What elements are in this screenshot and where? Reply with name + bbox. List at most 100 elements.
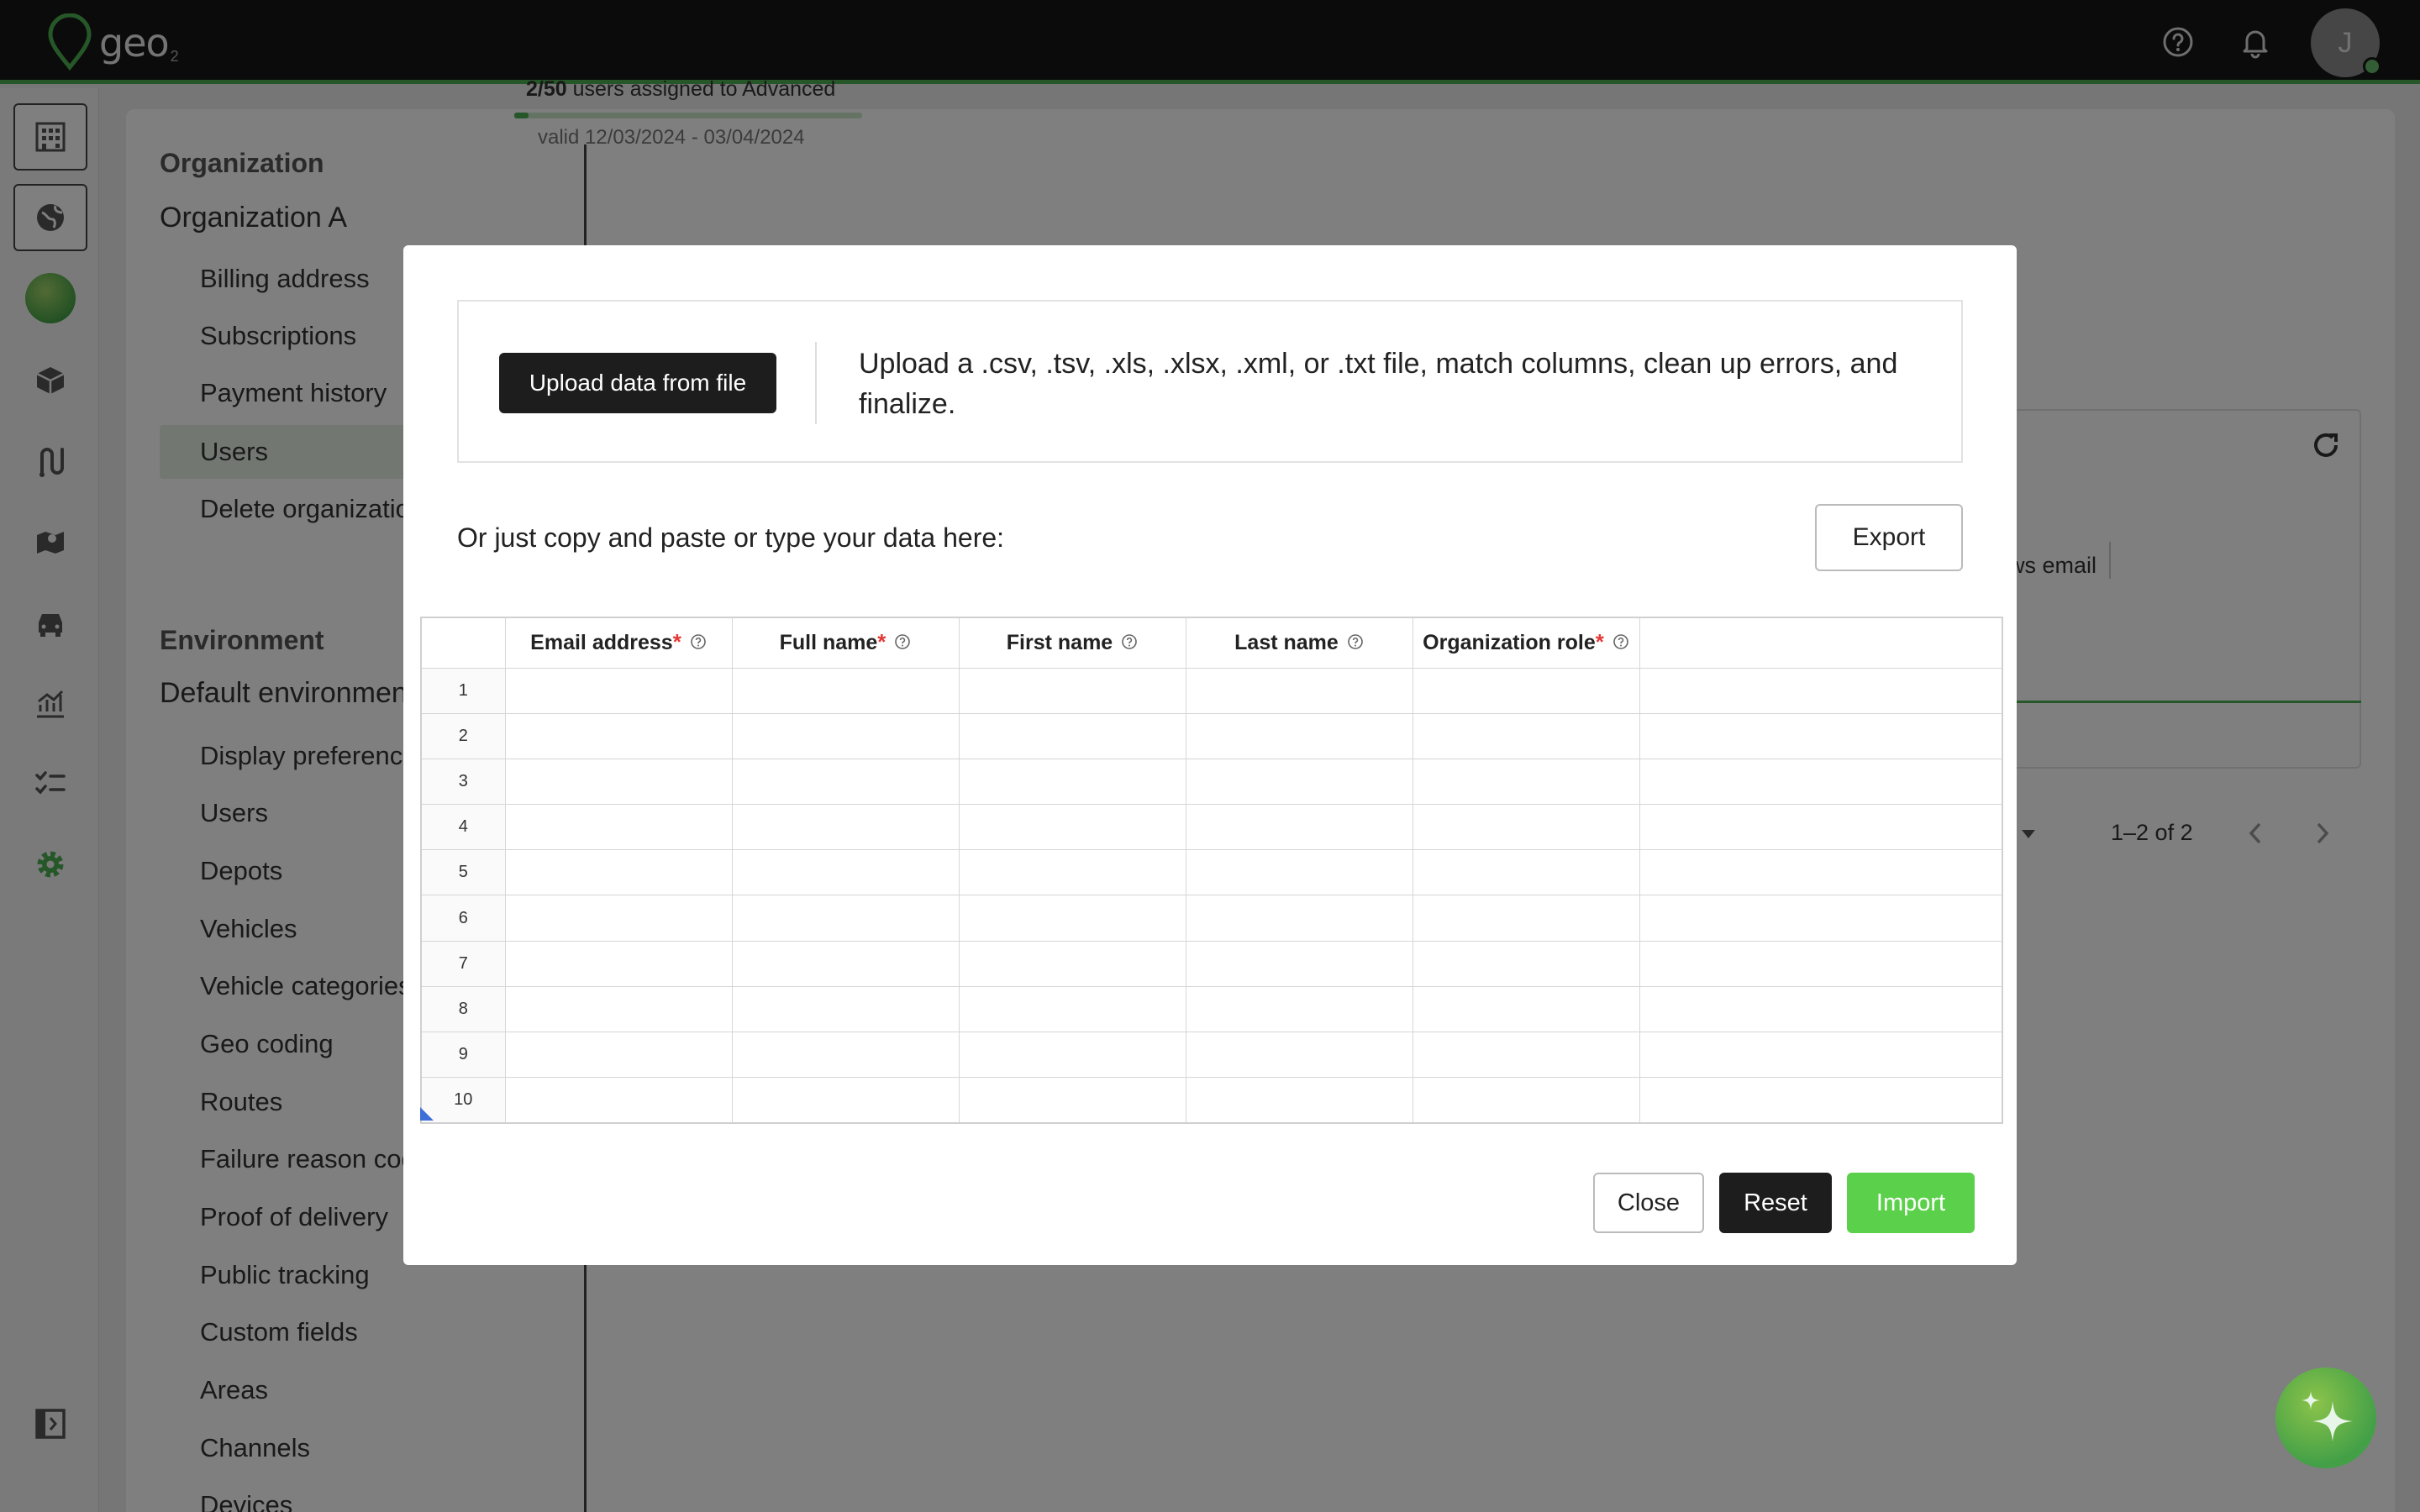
- grid-cell[interactable]: [1412, 1077, 1640, 1124]
- column-header-label: Full name: [779, 631, 878, 655]
- column-header-organization-role[interactable]: Organization role*: [1412, 617, 1640, 669]
- grid-cell[interactable]: [504, 758, 733, 806]
- grid-cell[interactable]: [1185, 804, 1413, 851]
- grid-cell[interactable]: [1185, 849, 1413, 896]
- grid-cell[interactable]: [1412, 804, 1640, 851]
- column-header-label: First name: [1006, 631, 1113, 655]
- grid-cell[interactable]: [1412, 895, 1640, 942]
- grid-cell[interactable]: [731, 758, 960, 806]
- grid-row: 3: [420, 758, 2003, 806]
- row-number[interactable]: 10: [420, 1077, 506, 1124]
- grid-resize-corner[interactable]: [420, 1107, 434, 1121]
- grid-cell[interactable]: [1185, 940, 1413, 987]
- grid-cell[interactable]: [1185, 712, 1413, 759]
- ai-assistant-button[interactable]: [2275, 1368, 2376, 1468]
- grid-cell[interactable]: [1412, 712, 1640, 759]
- grid-cell[interactable]: [1185, 895, 1413, 942]
- grid-cell[interactable]: [1185, 1077, 1413, 1124]
- grid-header-row: Email address* Full name* First name Las…: [420, 617, 2003, 669]
- grid-row: 1: [420, 667, 2003, 714]
- grid-cell[interactable]: [731, 804, 960, 851]
- grid-cell[interactable]: [958, 849, 1186, 896]
- export-button[interactable]: Export: [1815, 504, 1963, 571]
- grid-cell[interactable]: [731, 895, 960, 942]
- column-header-first-name[interactable]: First name: [958, 617, 1186, 669]
- grid-row: 4: [420, 804, 2003, 851]
- column-header-email-address[interactable]: Email address*: [504, 617, 733, 669]
- grid-cell[interactable]: [1639, 804, 2003, 851]
- help-circle-icon[interactable]: [1612, 632, 1629, 656]
- grid-cell[interactable]: [1412, 849, 1640, 896]
- upload-dropzone[interactable]: Upload data from file Upload a .csv, .ts…: [457, 300, 1963, 463]
- grid-cell[interactable]: [958, 804, 1186, 851]
- grid-row: 6: [420, 895, 2003, 942]
- grid-cell[interactable]: [504, 667, 733, 714]
- row-number[interactable]: 3: [420, 758, 506, 806]
- grid-cell[interactable]: [731, 985, 960, 1033]
- grid-cell[interactable]: [958, 1031, 1186, 1079]
- grid-cell[interactable]: [504, 1077, 733, 1124]
- row-number[interactable]: 4: [420, 804, 506, 851]
- grid-cell[interactable]: [504, 712, 733, 759]
- grid-cell[interactable]: [1639, 712, 2003, 759]
- upload-divider: [815, 342, 817, 424]
- grid-cell[interactable]: [1412, 985, 1640, 1033]
- grid-corner-cell[interactable]: [420, 617, 506, 669]
- upload-file-button[interactable]: Upload data from file: [499, 353, 776, 413]
- grid-cell[interactable]: [504, 849, 733, 896]
- grid-cell[interactable]: [1639, 895, 2003, 942]
- help-circle-icon[interactable]: [1347, 632, 1364, 656]
- grid-cell[interactable]: [1639, 1031, 2003, 1079]
- grid-cell[interactable]: [958, 667, 1186, 714]
- grid-cell[interactable]: [958, 940, 1186, 987]
- grid-cell[interactable]: [1639, 667, 2003, 714]
- grid-cell[interactable]: [958, 985, 1186, 1033]
- grid-cell[interactable]: [958, 1077, 1186, 1124]
- grid-cell[interactable]: [504, 895, 733, 942]
- grid-cell[interactable]: [504, 1031, 733, 1079]
- grid-cell[interactable]: [1412, 940, 1640, 987]
- grid-cell[interactable]: [731, 940, 960, 987]
- column-header-label: Organization role: [1423, 631, 1596, 655]
- grid-cell[interactable]: [731, 712, 960, 759]
- grid-cell[interactable]: [731, 1077, 960, 1124]
- grid-cell[interactable]: [731, 667, 960, 714]
- grid-cell[interactable]: [1185, 985, 1413, 1033]
- grid-cell[interactable]: [1412, 758, 1640, 806]
- grid-cell[interactable]: [1639, 940, 2003, 987]
- grid-cell[interactable]: [1185, 667, 1413, 714]
- grid-cell[interactable]: [731, 1031, 960, 1079]
- close-button[interactable]: Close: [1593, 1173, 1704, 1233]
- grid-cell[interactable]: [1185, 1031, 1413, 1079]
- reset-button[interactable]: Reset: [1719, 1173, 1832, 1233]
- help-circle-icon[interactable]: [894, 632, 911, 656]
- grid-cell[interactable]: [504, 804, 733, 851]
- help-circle-icon[interactable]: [690, 632, 707, 656]
- grid-cell[interactable]: [1412, 1031, 1640, 1079]
- grid-cell[interactable]: [958, 712, 1186, 759]
- column-header-full-name[interactable]: Full name*: [731, 617, 960, 669]
- row-number[interactable]: 1: [420, 667, 506, 714]
- import-button[interactable]: Import: [1847, 1173, 1975, 1233]
- row-number[interactable]: 8: [420, 985, 506, 1033]
- help-circle-icon[interactable]: [1121, 632, 1138, 656]
- grid-cell[interactable]: [1412, 667, 1640, 714]
- row-number[interactable]: 5: [420, 849, 506, 896]
- grid-cell[interactable]: [1639, 985, 2003, 1033]
- row-number[interactable]: 2: [420, 712, 506, 759]
- column-header-label: Email address: [530, 631, 673, 655]
- grid-cell[interactable]: [504, 985, 733, 1033]
- grid-cell[interactable]: [1639, 1077, 2003, 1124]
- grid-cell[interactable]: [504, 940, 733, 987]
- grid-cell[interactable]: [1639, 758, 2003, 806]
- column-header-last-name[interactable]: Last name: [1185, 617, 1413, 669]
- grid-cell[interactable]: [731, 849, 960, 896]
- grid-cell[interactable]: [958, 895, 1186, 942]
- row-number[interactable]: 6: [420, 895, 506, 942]
- row-number[interactable]: 9: [420, 1031, 506, 1079]
- grid-cell[interactable]: [958, 758, 1186, 806]
- grid-cell[interactable]: [1185, 758, 1413, 806]
- grid-cell[interactable]: [1639, 849, 2003, 896]
- row-number[interactable]: 7: [420, 940, 506, 987]
- column-header-empty[interactable]: [1639, 617, 2003, 669]
